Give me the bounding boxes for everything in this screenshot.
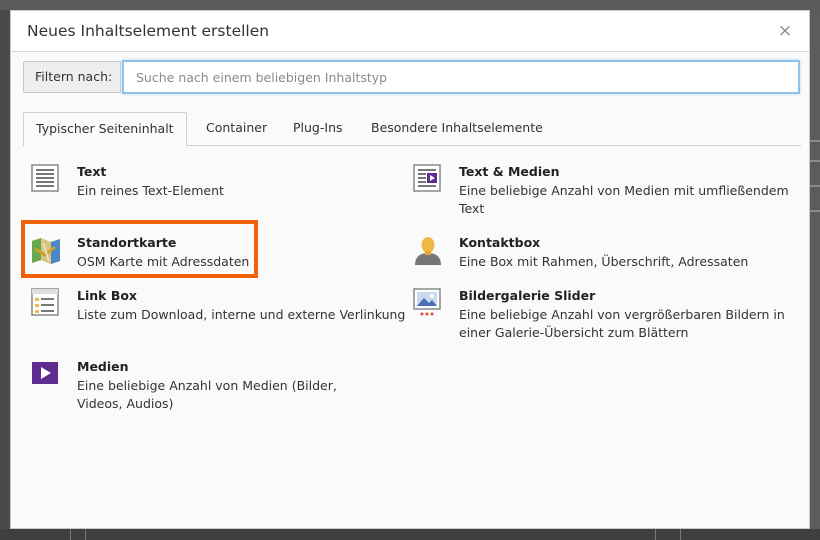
- content-item-medien[interactable]: Medien Eine beliebige Anzahl von Medien …: [31, 359, 371, 415]
- content-type-tabs: Typischer Seiteninhalt Container Plug-In…: [23, 112, 801, 147]
- link-list-icon: [31, 288, 59, 316]
- media-play-icon: [32, 362, 58, 384]
- filter-search-input[interactable]: [122, 60, 800, 94]
- item-description: Eine beliebige Anzahl von vergrößerbaren…: [459, 307, 785, 340]
- background-top: [0, 0, 820, 10]
- item-description: Ein reines Text-Element: [77, 183, 224, 198]
- tab-besondere-inhaltselemente[interactable]: Besondere Inhaltselemente: [359, 112, 555, 146]
- item-name: Standortkarte: [77, 235, 177, 250]
- item-name: Kontaktbox: [459, 235, 541, 250]
- item-description: Eine beliebige Anzahl von Medien mit umf…: [459, 183, 789, 216]
- background-bottom-edge: [0, 529, 820, 540]
- close-icon[interactable]: ×: [775, 20, 795, 42]
- tab-typischer-seiteninhalt[interactable]: Typischer Seiteninhalt: [23, 112, 187, 147]
- dialog-title: Neues Inhaltselement erstellen: [27, 22, 270, 40]
- content-item-text[interactable]: Text Ein reines Text-Element: [31, 164, 371, 204]
- filter-label: Filtern nach:: [23, 61, 121, 93]
- item-description: Eine beliebige Anzahl von Medien (Bilder…: [77, 378, 337, 411]
- background-right-edge: [810, 10, 820, 540]
- item-description: OSM Karte mit Adressdaten: [77, 254, 250, 269]
- filter-row: Filtern nach:: [23, 60, 801, 94]
- item-description: Liste zum Download, interne und externe …: [77, 307, 406, 322]
- map-icon: [32, 238, 60, 264]
- item-name: Medien: [77, 359, 129, 374]
- content-item-kontaktbox[interactable]: Kontaktbox Eine Box mit Rahmen, Überschr…: [413, 235, 793, 275]
- item-name: Text: [77, 164, 107, 179]
- text-icon: [31, 164, 59, 192]
- content-item-text-medien[interactable]: Text & Medien Eine beliebige Anzahl von …: [413, 164, 793, 220]
- tab-container[interactable]: Container: [194, 112, 279, 146]
- contact-person-icon: [415, 237, 441, 265]
- item-name: Text & Medien: [459, 164, 560, 179]
- tab-plug-ins[interactable]: Plug-Ins: [281, 112, 355, 146]
- gallery-slider-icon: [413, 288, 441, 316]
- text-media-icon: [413, 164, 441, 192]
- item-name: Link Box: [77, 288, 137, 303]
- content-item-standortkarte[interactable]: Standortkarte OSM Karte mit Adressdaten: [31, 235, 261, 275]
- new-content-element-dialog: Neues Inhaltselement erstellen × Filtern…: [10, 10, 810, 529]
- item-description: Eine Box mit Rahmen, Überschrift, Adress…: [459, 254, 749, 269]
- content-item-bildergalerie-slider[interactable]: Bildergalerie Slider Eine beliebige Anza…: [413, 288, 793, 344]
- content-item-link-box[interactable]: Link Box Liste zum Download, interne und…: [31, 288, 411, 328]
- item-name: Bildergalerie Slider: [459, 288, 596, 303]
- dialog-header: Neues Inhaltselement erstellen ×: [11, 11, 809, 52]
